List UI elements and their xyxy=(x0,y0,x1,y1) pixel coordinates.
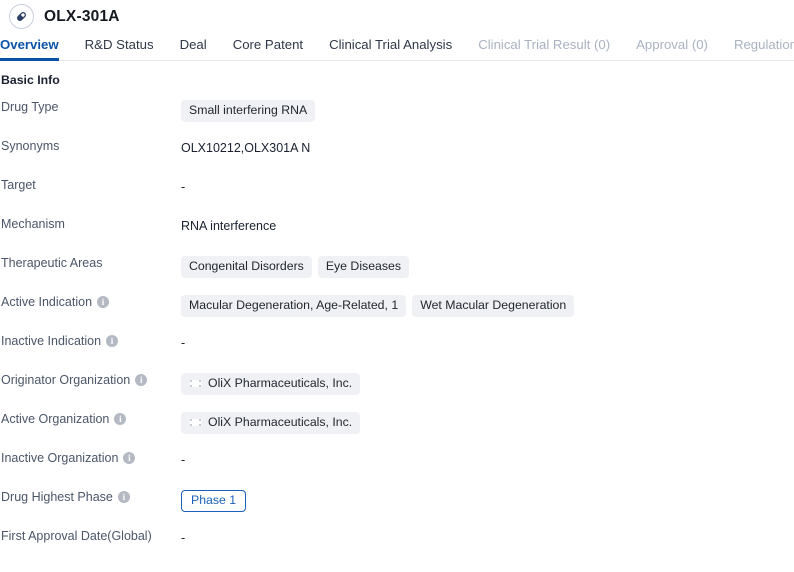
field-value: RNA interference xyxy=(181,216,794,235)
value-chip[interactable]: Congenital Disorders xyxy=(181,256,312,278)
tab-regulation-0[interactable]: Regulation (0) xyxy=(734,38,794,60)
info-icon[interactable]: i xyxy=(106,335,118,347)
field-value: Small interfering RNA xyxy=(181,99,794,122)
value-chip[interactable]: Eye Diseases xyxy=(318,256,409,278)
page-header: OLX-301A xyxy=(0,0,794,33)
field-label: Inactive Organization i xyxy=(0,450,181,465)
field-label: First Approval Date(Global) xyxy=(0,528,181,543)
phase-badge[interactable]: Phase 1 xyxy=(181,490,246,512)
value-chip-label: Small interfering RNA xyxy=(189,104,307,117)
value-chip[interactable]: Macular Degeneration, Age-Related, 1 xyxy=(181,295,406,317)
value-chip[interactable]: Small interfering RNA xyxy=(181,100,315,122)
value-chip-label: Eye Diseases xyxy=(326,260,401,273)
field-row: Therapeutic Areas Congenital Disorders Eye… xyxy=(0,255,794,294)
info-icon[interactable]: i xyxy=(97,296,109,308)
field-row: First Approval Date(Global) - xyxy=(0,528,794,567)
field-label-text: Inactive Organization xyxy=(1,452,118,465)
field-row: Drug Highest Phase i Phase 1 xyxy=(0,489,794,528)
field-value: Congenital Disorders Eye Diseases xyxy=(181,255,794,278)
field-label: Originator Organization i xyxy=(0,372,181,387)
field-row: Active Organization i OliX Pharmaceuticals… xyxy=(0,411,794,450)
field-label-text: Drug Highest Phase xyxy=(1,491,113,504)
organization-chip[interactable]: OliX Pharmaceuticals, Inc. xyxy=(181,373,360,395)
tab-approval-0[interactable]: Approval (0) xyxy=(636,38,708,60)
field-label: Active Organization i xyxy=(0,411,181,426)
info-icon[interactable]: i xyxy=(118,491,130,503)
field-row: Inactive Indication i - xyxy=(0,333,794,372)
value-chip[interactable]: Wet Macular Degeneration xyxy=(412,295,574,317)
empty-value: - xyxy=(181,334,185,352)
tab-overview[interactable]: Overview xyxy=(0,38,59,60)
info-icon[interactable]: i xyxy=(123,452,135,464)
field-label-text: Synonyms xyxy=(1,140,59,153)
field-value: Macular Degeneration, Age-Related, 1 Wet … xyxy=(181,294,794,317)
organization-name: OliX Pharmaceuticals, Inc. xyxy=(208,377,352,390)
tab-clinical-trial-analysis[interactable]: Clinical Trial Analysis xyxy=(329,38,452,60)
field-label: Synonyms xyxy=(0,138,181,153)
field-row: Active Indication i Macular Degeneration, … xyxy=(0,294,794,333)
field-label-text: Drug Type xyxy=(1,101,58,114)
field-label: Therapeutic Areas xyxy=(0,255,181,270)
field-row: Mechanism RNA interference xyxy=(0,216,794,255)
tab-bar: Overview R&D Status Deal Core Patent Clinica… xyxy=(0,33,794,61)
tab-clinical-trial-result-0[interactable]: Clinical Trial Result (0) xyxy=(478,38,610,60)
empty-value: - xyxy=(181,451,185,469)
organization-chip[interactable]: OliX Pharmaceuticals, Inc. xyxy=(181,412,360,434)
section-title-basic-info: Basic Info xyxy=(0,73,794,87)
phase-badge-label: Phase 1 xyxy=(191,494,236,507)
field-row: Synonyms OLX10212,OLX301A N xyxy=(0,138,794,177)
field-row: Drug Type Small interfering RNA xyxy=(0,99,794,138)
field-label-text: Inactive Indication xyxy=(1,335,101,348)
text-value: OLX10212,OLX301A N xyxy=(181,139,310,157)
info-icon[interactable]: i xyxy=(114,413,126,425)
value-chip-label: Macular Degeneration, Age-Related, 1 xyxy=(189,299,398,312)
field-label-text: Target xyxy=(1,179,36,192)
field-label-text: Originator Organization xyxy=(1,374,130,387)
field-label-text: Mechanism xyxy=(1,218,65,231)
field-row: Target - xyxy=(0,177,794,216)
organization-name: OliX Pharmaceuticals, Inc. xyxy=(208,416,352,429)
text-value: RNA interference xyxy=(181,217,276,235)
field-label-text: First Approval Date(Global) xyxy=(1,530,152,543)
field-label-text: Active Indication xyxy=(1,296,92,309)
field-value: OliX Pharmaceuticals, Inc. xyxy=(181,372,794,395)
field-value: OLX10212,OLX301A N xyxy=(181,138,794,157)
tab-r-d-status[interactable]: R&D Status xyxy=(85,38,154,60)
field-value: OliX Pharmaceuticals, Inc. xyxy=(181,411,794,434)
page-title: OLX-301A xyxy=(44,8,120,26)
field-value: - xyxy=(181,450,794,469)
field-label-text: Active Organization xyxy=(1,413,109,426)
south-korea-flag-icon xyxy=(189,418,202,427)
field-value: - xyxy=(181,333,794,352)
field-label: Target xyxy=(0,177,181,192)
south-korea-flag-icon xyxy=(189,379,202,388)
overview-content: Basic Info Drug Type Small interfering RN… xyxy=(0,61,794,567)
field-value: - xyxy=(181,528,794,547)
value-chip-label: Wet Macular Degeneration xyxy=(420,299,566,312)
field-list: Drug Type Small interfering RNA Synonyms OL… xyxy=(0,99,794,567)
field-value: Phase 1 xyxy=(181,489,794,512)
field-label-text: Therapeutic Areas xyxy=(1,257,102,270)
field-row: Inactive Organization i - xyxy=(0,450,794,489)
value-chip-label: Congenital Disorders xyxy=(189,260,304,273)
empty-value: - xyxy=(181,178,185,196)
field-label: Drug Type xyxy=(0,99,181,114)
field-row: Originator Organization i OliX Pharmaceuti… xyxy=(0,372,794,411)
field-value: - xyxy=(181,177,794,196)
info-icon[interactable]: i xyxy=(135,374,147,386)
field-label: Drug Highest Phase i xyxy=(0,489,181,504)
tab-core-patent[interactable]: Core Patent xyxy=(233,38,303,60)
field-label: Mechanism xyxy=(0,216,181,231)
empty-value: - xyxy=(181,529,185,547)
field-label: Active Indication i xyxy=(0,294,181,309)
field-label: Inactive Indication i xyxy=(0,333,181,348)
pill-capsule-icon xyxy=(9,4,34,29)
tab-deal[interactable]: Deal xyxy=(180,38,207,60)
